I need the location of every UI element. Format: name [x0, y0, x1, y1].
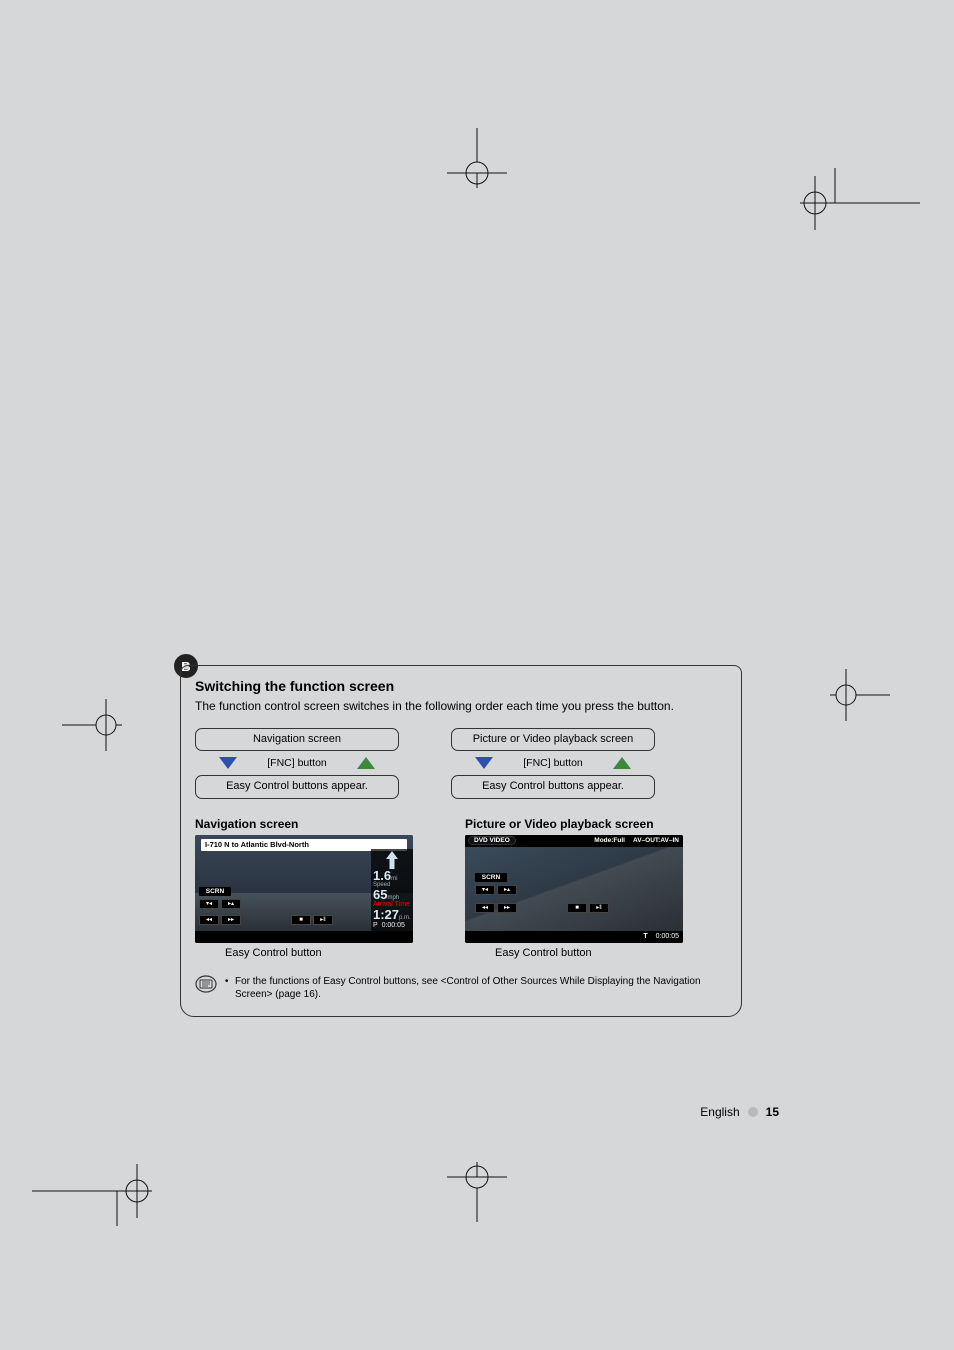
footer-page-number: 15	[766, 1105, 779, 1119]
nav-time: 0:00:05	[382, 922, 405, 929]
video-time: 0:00:05	[656, 933, 679, 940]
intro-text: The function control screen switches in …	[195, 698, 727, 714]
prev-button[interactable]: ◂◂	[199, 915, 219, 925]
nav-p-label: P	[373, 922, 378, 929]
video-top-bar: DVD VIDEO Mode:Full AV–OUT:AV–IN	[465, 835, 683, 847]
note-icon	[195, 975, 217, 993]
flow-box-nav-top: Navigation screen	[195, 728, 399, 751]
easy-control-label: Easy Control button	[465, 947, 683, 959]
crop-mark-left-corner	[32, 1156, 152, 1226]
crop-mark-right-corner	[800, 168, 920, 238]
crop-mark-left-mid	[62, 695, 122, 755]
next-button[interactable]: ▸▸	[221, 915, 241, 925]
note-block: •For the functions of Easy Control butto…	[195, 975, 727, 1002]
video-t-label: T	[643, 933, 647, 940]
flow-col-video: Picture or Video playback screen [FNC] b…	[451, 728, 655, 798]
nav-arrival-unit: p.m.	[399, 915, 411, 921]
video-screenshot: DVD VIDEO Mode:Full AV–OUT:AV–IN SCRN ▾◂…	[465, 835, 683, 943]
scrn-button[interactable]: SCRN	[199, 887, 231, 896]
video-transport-controls: ◂◂ ▸▸ ■ ▸ǁ	[475, 903, 609, 913]
flow-diagram: Navigation screen [FNC] button Easy Cont…	[195, 728, 727, 798]
content-frame: Switching the function screen The functi…	[180, 665, 742, 1017]
nav-side-panel: 1.6mi Speed65mph Arrival Time1:27p.m. P …	[371, 849, 413, 931]
video-screenshot-col: Picture or Video playback screen DVD VID…	[465, 817, 683, 959]
screenshots-row: Navigation screen I-710 N to Atlantic Bl…	[195, 817, 727, 959]
scrn-button[interactable]: SCRN	[475, 873, 507, 882]
triangle-down-icon	[475, 757, 493, 769]
triangle-up-icon	[613, 757, 631, 769]
nav-distance: 1.6	[373, 868, 391, 883]
nav-seek-controls: ▾◂ ▸▴	[199, 899, 241, 909]
dvd-video-pill: DVD VIDEO	[468, 836, 516, 845]
page-footer: English 15	[700, 1105, 779, 1119]
nav-transport-controls: ◂◂ ▸▸ ■ ▸ǁ	[199, 915, 333, 925]
fnc-button-label: [FNC] button	[523, 757, 583, 769]
nav-arrow-icon	[385, 851, 399, 869]
play-pause-button[interactable]: ▸ǁ	[589, 903, 609, 913]
nav-arrival: 1:27	[373, 907, 399, 922]
flow-box-video-bottom: Easy Control buttons appear.	[451, 775, 655, 798]
nav-speed-unit: mph	[387, 895, 399, 901]
footer-lang: English	[700, 1105, 739, 1119]
nav-speed: 65	[373, 887, 387, 902]
stop-button[interactable]: ■	[291, 915, 311, 925]
nav-screenshot-title: Navigation screen	[195, 817, 413, 831]
prev-button[interactable]: ◂◂	[475, 903, 495, 913]
fnc-button-label: [FNC] button	[267, 757, 327, 769]
nav-screenshot: I-710 N to Atlantic Blvd-North 1.6mi Spe…	[195, 835, 413, 943]
video-screenshot-title: Picture or Video playback screen	[465, 817, 683, 831]
play-pause-button[interactable]: ▸ǁ	[313, 915, 333, 925]
stop-button[interactable]: ■	[567, 903, 587, 913]
nav-screenshot-col: Navigation screen I-710 N to Atlantic Bl…	[195, 817, 413, 959]
crop-mark-bottom	[435, 1162, 519, 1222]
video-seek-controls: ▾◂ ▸▴	[475, 885, 517, 895]
mode-label: Mode:Full	[594, 837, 625, 844]
flow-box-nav-bottom: Easy Control buttons appear.	[195, 775, 399, 798]
seek-back-button[interactable]: ▾◂	[199, 899, 219, 909]
crop-mark-top	[435, 128, 519, 188]
avout-label: AV–OUT:AV–IN	[633, 837, 679, 844]
nav-distance-unit: mi	[391, 876, 397, 882]
triangle-down-icon	[219, 757, 237, 769]
section-title: Switching the function screen	[195, 678, 727, 694]
next-button[interactable]: ▸▸	[497, 903, 517, 913]
seek-back-button[interactable]: ▾◂	[475, 885, 495, 895]
triangle-up-icon	[357, 757, 375, 769]
flow-box-video-top: Picture or Video playback screen	[451, 728, 655, 751]
crop-mark-right-mid	[830, 665, 890, 725]
easy-control-label: Easy Control button	[195, 947, 413, 959]
video-bottom-bar: T 0:00:05	[465, 931, 683, 943]
flow-col-nav: Navigation screen [FNC] button Easy Cont…	[195, 728, 399, 798]
footer-separator-icon	[748, 1107, 758, 1117]
note-text: •For the functions of Easy Control butto…	[225, 975, 727, 1002]
seek-fwd-button[interactable]: ▸▴	[497, 885, 517, 895]
seek-fwd-button[interactable]: ▸▴	[221, 899, 241, 909]
note-content: For the functions of Easy Control button…	[235, 975, 727, 1002]
